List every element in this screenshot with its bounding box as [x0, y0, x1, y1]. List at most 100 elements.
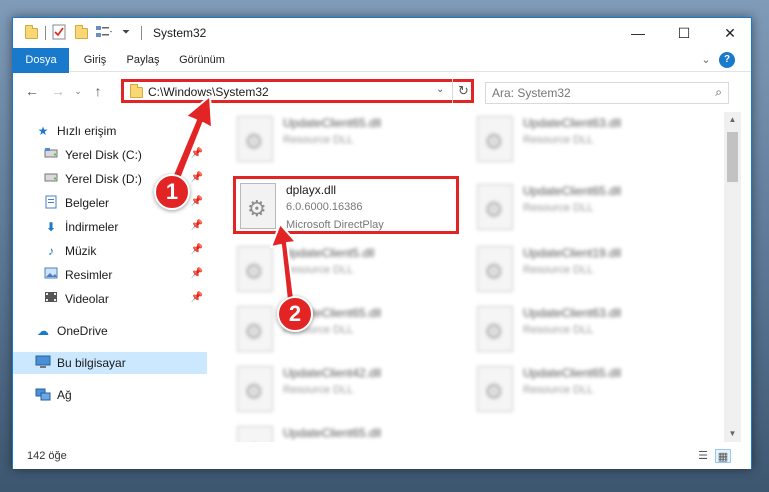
up-arrow-icon[interactable]: ↑: [89, 82, 107, 100]
recent-locations-icon[interactable]: ⌄: [69, 82, 87, 100]
forward-arrow-icon[interactable]: →: [49, 82, 67, 100]
file-item[interactable]: ⚙ UpdateClient65.dll Resource DLL: [473, 362, 703, 418]
dll-file-icon: ⚙: [477, 116, 513, 162]
file-item[interactable]: ⚙ UpdateClient65.dll Resource DLL: [233, 302, 463, 358]
sidebar-item-label: İndirmeler: [65, 220, 119, 234]
new-folder-icon[interactable]: [73, 24, 91, 42]
highlighted-file-frame: ⚙ dplayx.dll 6.0.6000.16386 Microsoft Di…: [233, 176, 459, 234]
callout-badge-1: 1: [154, 174, 190, 210]
music-icon: ♪: [48, 244, 54, 258]
pin-icon[interactable]: 📌: [191, 292, 203, 303]
pin-icon[interactable]: 📌: [191, 172, 203, 183]
ribbon: Dosya Giriş Paylaş Görünüm ⌄ ?: [13, 48, 751, 104]
search-icon[interactable]: ⌕: [715, 85, 722, 100]
navigation-pane: ★ Hızlı erişim Yerel Disk (C:) 📌 Yerel D…: [13, 112, 207, 442]
sidebar-item-onedrive[interactable]: ☁ OneDrive: [13, 320, 207, 342]
collapse-ribbon-icon[interactable]: ⌄: [697, 48, 715, 72]
pin-icon[interactable]: 📌: [191, 268, 203, 279]
title-separator: [141, 26, 142, 40]
file-name: UpdateClient63.dll: [523, 306, 622, 320]
scroll-down-icon[interactable]: ▼: [724, 426, 741, 442]
sidebar-item-this-pc[interactable]: Bu bilgisayar: [13, 352, 207, 374]
pin-icon[interactable]: 📌: [191, 220, 203, 231]
customize-toolbar-icon[interactable]: ⏷: [117, 24, 135, 42]
sidebar-item-music[interactable]: ♪ Müzik 📌: [13, 240, 207, 262]
file-name: UpdateClient65.dll: [283, 426, 382, 440]
pictures-icon: [43, 267, 59, 283]
tab-view[interactable]: Görünüm: [171, 48, 233, 72]
pin-icon[interactable]: 📌: [191, 196, 203, 207]
search-input[interactable]: [492, 85, 692, 101]
dll-file-icon: ⚙: [477, 366, 513, 412]
details-view-icon[interactable]: ☰: [695, 449, 711, 463]
file-type: Resource DLL: [283, 134, 354, 146]
sidebar-item-downloads[interactable]: ⬇ İndirmeler 📌: [13, 216, 207, 238]
sidebar-item-label: Bu bilgisayar: [57, 356, 126, 370]
pin-icon[interactable]: 📌: [191, 148, 203, 159]
explorer-window: ⏷ System32 — ☐ ✕ Dosya Giriş Paylaş Görü…: [12, 17, 752, 469]
cloud-icon: ☁: [37, 324, 49, 338]
file-name: UpdateClient19.dll: [523, 246, 622, 260]
address-dropdown-icon[interactable]: ⌄: [436, 84, 444, 95]
sidebar-item-label: OneDrive: [57, 324, 108, 338]
scroll-thumb[interactable]: [727, 132, 738, 182]
file-item[interactable]: ⚙ UpdateClient63.dll Resource DLL: [473, 302, 703, 358]
address-path[interactable]: C:\Windows\System32: [148, 85, 269, 99]
sidebar-item-label: Hızlı erişim: [57, 124, 117, 138]
sidebar-item-quick-access[interactable]: ★ Hızlı erişim: [13, 120, 207, 142]
file-item-dplayx[interactable]: ⚙ dplayx.dll 6.0.6000.16386 Microsoft Di…: [236, 179, 466, 235]
sidebar-item-disk-c[interactable]: Yerel Disk (C:) 📌: [13, 144, 207, 166]
sidebar-item-label: Resimler: [65, 268, 113, 282]
file-name: UpdateClient42.dll: [283, 366, 382, 380]
network-icon: [35, 387, 51, 403]
dll-file-icon: ⚙: [237, 366, 273, 412]
properties-icon[interactable]: [51, 24, 69, 42]
address-bar[interactable]: C:\Windows\System32 ⌄ ↻: [121, 79, 474, 103]
status-bar: 142 öğe ☰ ▦: [13, 445, 751, 469]
file-item[interactable]: ⚙ UpdateClient63.dll Resource DLL: [473, 112, 703, 168]
callout-badge-2: 2: [277, 296, 313, 332]
sidebar-item-label: Yerel Disk (D:): [65, 172, 142, 186]
star-icon: ★: [37, 124, 49, 138]
tab-share[interactable]: Paylaş: [117, 48, 169, 72]
videos-icon: [43, 291, 59, 307]
drive-icon: [43, 171, 59, 187]
help-icon[interactable]: ?: [719, 52, 735, 68]
close-button[interactable]: ✕: [707, 18, 753, 48]
maximize-button[interactable]: ☐: [661, 18, 707, 48]
file-type: Resource DLL: [523, 324, 594, 336]
sidebar-item-pictures[interactable]: Resimler 📌: [13, 264, 207, 286]
back-arrow-icon[interactable]: ←: [23, 82, 41, 100]
dll-file-icon: ⚙: [240, 183, 276, 229]
sidebar-item-label: Videolar: [65, 292, 109, 306]
search-box[interactable]: ⌕: [485, 82, 729, 104]
dll-file-icon: ⚙: [237, 426, 273, 442]
file-item[interactable]: ⚙ UpdateClient19.dll Resource DLL: [473, 242, 703, 298]
file-type: Resource DLL: [523, 134, 594, 146]
sidebar-item-videos[interactable]: Videolar 📌: [13, 288, 207, 310]
file-type: Resource DLL: [523, 202, 594, 214]
large-icons-view-icon[interactable]: ▦: [715, 449, 731, 463]
scroll-up-icon[interactable]: ▲: [724, 112, 741, 128]
file-item[interactable]: ⚙ UpdateClient65.dll Resource DLL: [233, 112, 463, 168]
view-options-icon[interactable]: [95, 24, 113, 42]
file-item[interactable]: ⚙ UpdateClient5.dll Resource DLL: [233, 242, 463, 298]
file-type: Resource DLL: [523, 384, 594, 396]
file-item[interactable]: ⚙ UpdateClient42.dll Resource DLL: [233, 362, 463, 418]
tab-home[interactable]: Giriş: [75, 48, 115, 72]
file-type: Resource DLL: [523, 264, 594, 276]
file-item[interactable]: ⚙ UpdateClient65.dll Resource DLL: [233, 422, 463, 442]
documents-icon: [43, 195, 59, 211]
file-item[interactable]: ⚙ UpdateClient65.dll Resource DLL: [473, 180, 703, 236]
file-name: UpdateClient65.dll: [523, 366, 622, 380]
pin-icon[interactable]: 📌: [191, 244, 203, 255]
address-folder-icon: [128, 83, 144, 99]
sidebar-item-network[interactable]: Ağ: [13, 384, 207, 406]
title-bar: ⏷ System32 — ☐ ✕: [13, 18, 751, 48]
minimize-button[interactable]: —: [615, 18, 661, 48]
file-name: dplayx.dll: [286, 183, 337, 197]
navigation-bar: ← → ⌄ ↑ C:\Windows\System32 ⌄ ↻ ⌕: [13, 73, 751, 109]
sidebar-item-label: Müzik: [65, 244, 97, 258]
refresh-icon[interactable]: ↻: [452, 79, 474, 103]
vertical-scrollbar[interactable]: ▲ ▼: [724, 112, 741, 442]
